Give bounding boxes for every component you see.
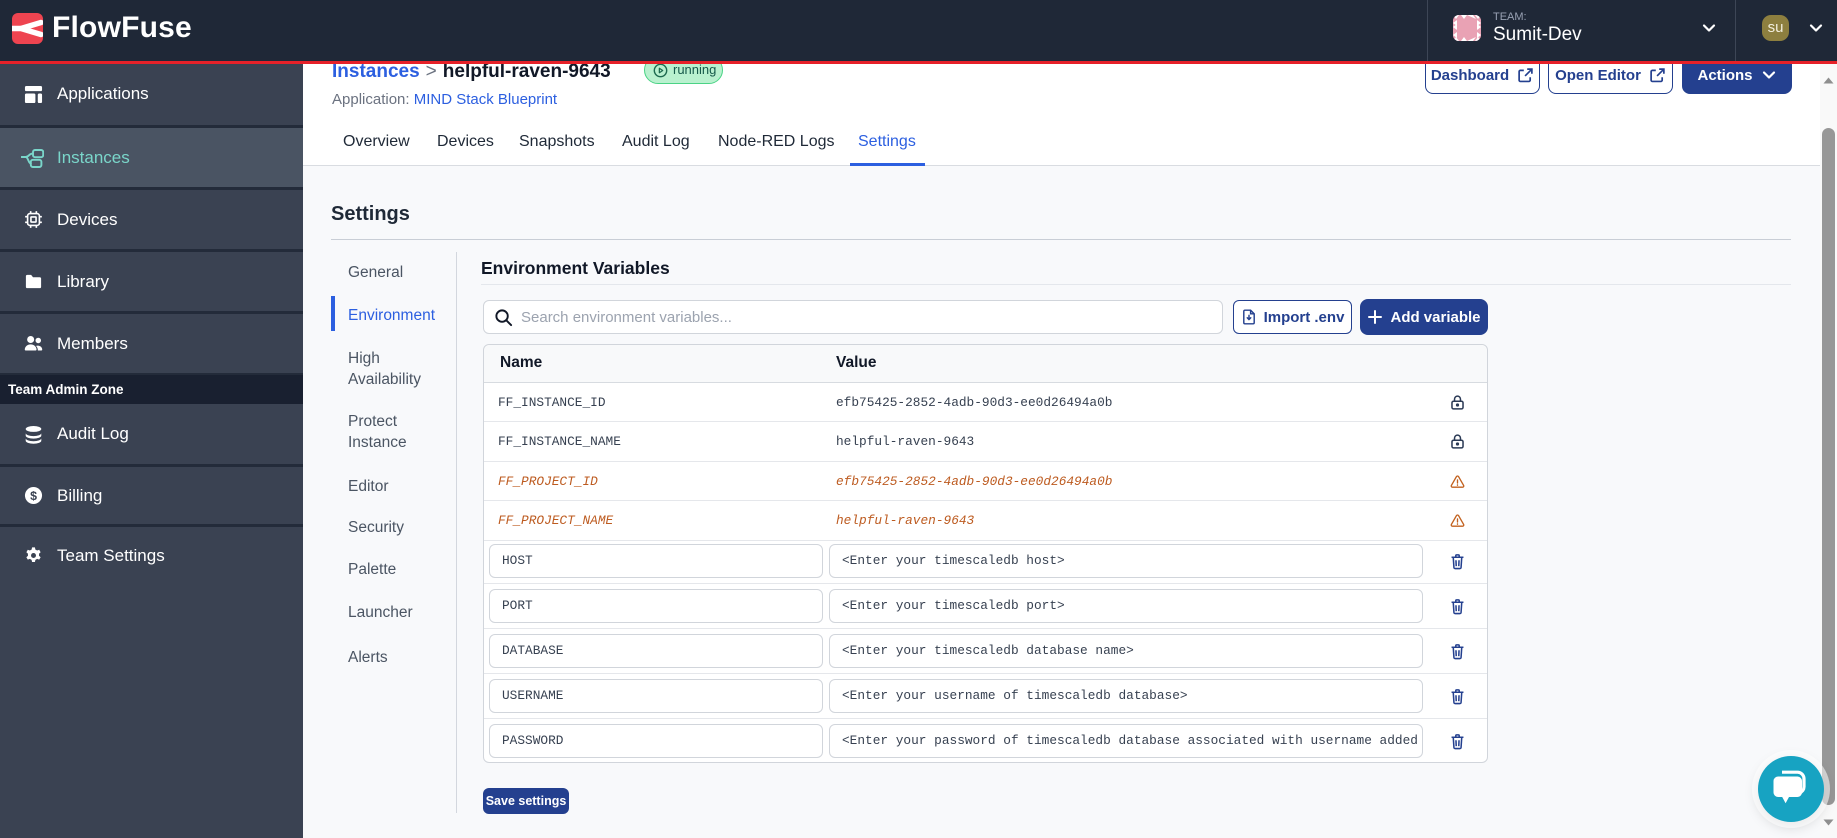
svg-text:$: $: [30, 489, 37, 503]
